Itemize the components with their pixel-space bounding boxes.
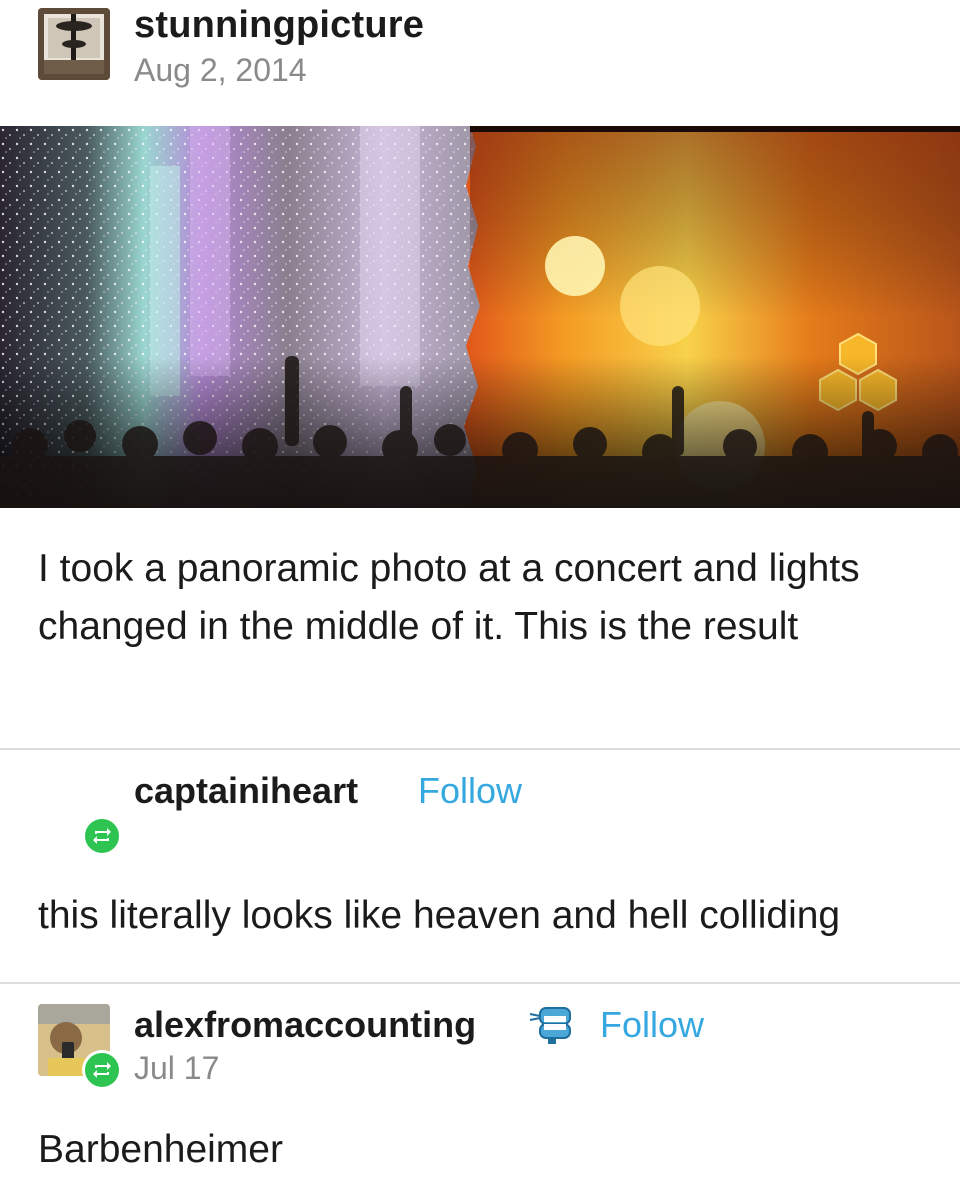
avatar[interactable] — [38, 8, 110, 80]
tumblr-post: stunningpicture Aug 2, 2014 I took a pan… — [0, 0, 960, 1200]
divider — [0, 982, 960, 984]
reblog-date: Jul 17 — [134, 1050, 220, 1086]
follow-button[interactable]: Follow — [600, 1004, 704, 1046]
reblog-icon — [82, 1050, 122, 1090]
post-date: Aug 2, 2014 — [134, 52, 307, 88]
reblog-comment: this literally looks like heaven and hel… — [38, 894, 841, 937]
photo-image — [0, 126, 960, 508]
divider — [0, 748, 960, 750]
reblog-comment: Barbenheimer — [38, 1128, 283, 1171]
reblog-icon — [82, 816, 122, 856]
reblogger-username[interactable]: captainiheart — [134, 770, 358, 812]
chattering-teeth-badge-icon — [528, 1004, 576, 1048]
avatar-image — [38, 8, 110, 80]
follow-button[interactable]: Follow — [418, 770, 522, 812]
concert-panorama-photo — [0, 126, 960, 508]
original-poster-username[interactable]: stunningpicture — [134, 4, 424, 47]
reblogger-username[interactable]: alexfromaccounting — [134, 1004, 476, 1046]
post-caption: I took a panoramic photo at a concert an… — [38, 547, 860, 648]
